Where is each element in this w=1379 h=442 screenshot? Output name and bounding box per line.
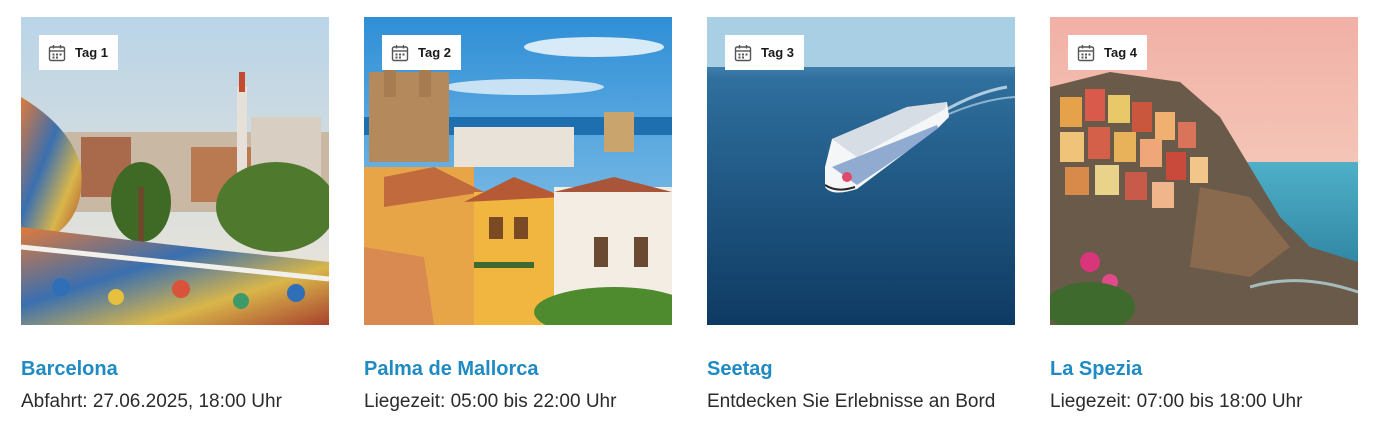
port-title[interactable]: Seetag	[707, 356, 1015, 382]
day-card-1[interactable]: Tag 1 Barcelona Abfahrt: 27.06.2025, 18:…	[21, 17, 329, 415]
port-title[interactable]: Barcelona	[21, 356, 329, 382]
day-badge: Tag 1	[39, 35, 118, 70]
day-badge-label: Tag 3	[761, 45, 794, 60]
cruise-ship-at-sea-photo[interactable]: Tag 3	[707, 17, 1015, 325]
cinque-terre-village-photo[interactable]: Tag 4	[1050, 17, 1358, 325]
day-card-4[interactable]: Tag 4 La Spezia Liegezeit: 07:00 bis 18:…	[1050, 17, 1358, 415]
day-badge: Tag 2	[382, 35, 461, 70]
day-badge-label: Tag 1	[75, 45, 108, 60]
calendar-icon	[48, 44, 66, 61]
day-badge-label: Tag 4	[1104, 45, 1137, 60]
calendar-icon	[1077, 44, 1095, 61]
port-title[interactable]: Palma de Mallorca	[364, 356, 672, 382]
calendar-icon	[391, 44, 409, 61]
day-badge: Tag 4	[1068, 35, 1147, 70]
port-title[interactable]: La Spezia	[1050, 356, 1358, 382]
palma-old-town-photo[interactable]: Tag 2	[364, 17, 672, 325]
day-card-3[interactable]: Tag 3 Seetag Entdecken Sie Erlebnisse an…	[707, 17, 1015, 415]
port-detail: Abfahrt: 27.06.2025, 18:00 Uhr	[21, 391, 282, 412]
day-card-2[interactable]: Tag 2 Palma de Mallorca Liegezeit: 05:00…	[364, 17, 672, 415]
day-badge: Tag 3	[725, 35, 804, 70]
port-detail: Entdecken Sie Erlebnisse an Bord	[707, 391, 996, 412]
calendar-icon	[734, 44, 752, 61]
port-detail: Liegezeit: 05:00 bis 22:00 Uhr	[364, 391, 617, 412]
barcelona-park-guell-photo[interactable]: Tag 1	[21, 17, 329, 325]
itinerary-cards: Tag 1 Barcelona Abfahrt: 27.06.2025, 18:…	[21, 17, 1358, 415]
day-badge-label: Tag 2	[418, 45, 451, 60]
port-detail: Liegezeit: 07:00 bis 18:00 Uhr	[1050, 391, 1303, 412]
